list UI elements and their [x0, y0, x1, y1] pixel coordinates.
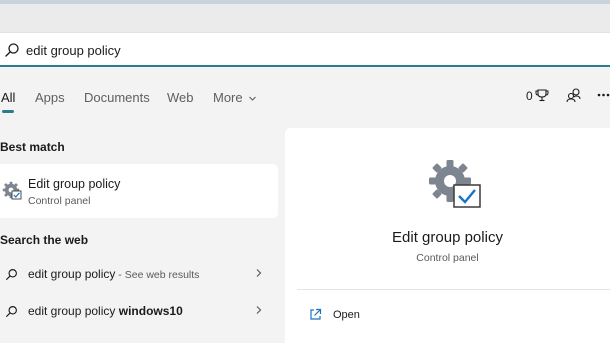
people-icon[interactable]: [566, 87, 582, 103]
chevron-right-icon: [254, 267, 263, 281]
search-icon: [6, 306, 17, 317]
search-box[interactable]: edit group policy: [0, 33, 610, 67]
web-result-suffix: - See web results: [115, 269, 200, 281]
web-result-bold: windows10: [118, 304, 183, 318]
divider: [297, 289, 610, 290]
web-result-row[interactable]: edit group policy windows10: [0, 294, 278, 328]
best-match-title: Edit group policy: [28, 177, 121, 191]
trophy-icon[interactable]: [535, 88, 549, 102]
tab-documents[interactable]: Documents: [84, 90, 150, 105]
preview-subtitle: Control panel: [416, 252, 479, 264]
best-match-heading: Best match: [0, 140, 65, 154]
ellipsis-icon[interactable]: [597, 93, 610, 97]
filter-tabs: All Apps Documents Web More: [0, 82, 610, 113]
rewards-points[interactable]: 0: [526, 89, 533, 103]
open-action[interactable]: Open: [333, 309, 360, 321]
preview-title: Edit group policy: [392, 229, 503, 246]
web-result-label: edit group policy - See web results: [28, 267, 199, 281]
tab-web[interactable]: Web: [167, 90, 194, 105]
search-input[interactable]: edit group policy: [26, 43, 121, 58]
best-match-subtitle: Control panel: [28, 195, 91, 207]
search-icon: [5, 43, 19, 57]
tab-more[interactable]: More: [213, 90, 257, 105]
taskbar-strip: [0, 4, 610, 33]
best-match-item[interactable]: Edit group policy Control panel: [0, 164, 278, 218]
settings-gear-check-icon: [429, 160, 481, 208]
preview-panel: Edit group policy Control panel Open: [285, 128, 610, 343]
chevron-right-icon: [254, 304, 263, 318]
tab-all[interactable]: All: [1, 90, 15, 105]
web-result-label: edit group policy windows10: [28, 304, 183, 318]
tab-apps[interactable]: Apps: [35, 90, 65, 105]
open-external-icon[interactable]: [309, 308, 322, 321]
search-web-heading: Search the web: [0, 233, 89, 247]
web-result-query: edit group policy: [28, 267, 116, 281]
search-icon: [6, 269, 17, 280]
chevron-down-icon: [249, 96, 257, 101]
tab-more-label: More: [213, 90, 243, 105]
settings-gear-check-icon: [2, 181, 22, 200]
active-tab-indicator: [2, 110, 14, 113]
web-result-row[interactable]: edit group policy - See web results: [0, 257, 278, 291]
web-result-query: edit group policy: [28, 304, 119, 318]
